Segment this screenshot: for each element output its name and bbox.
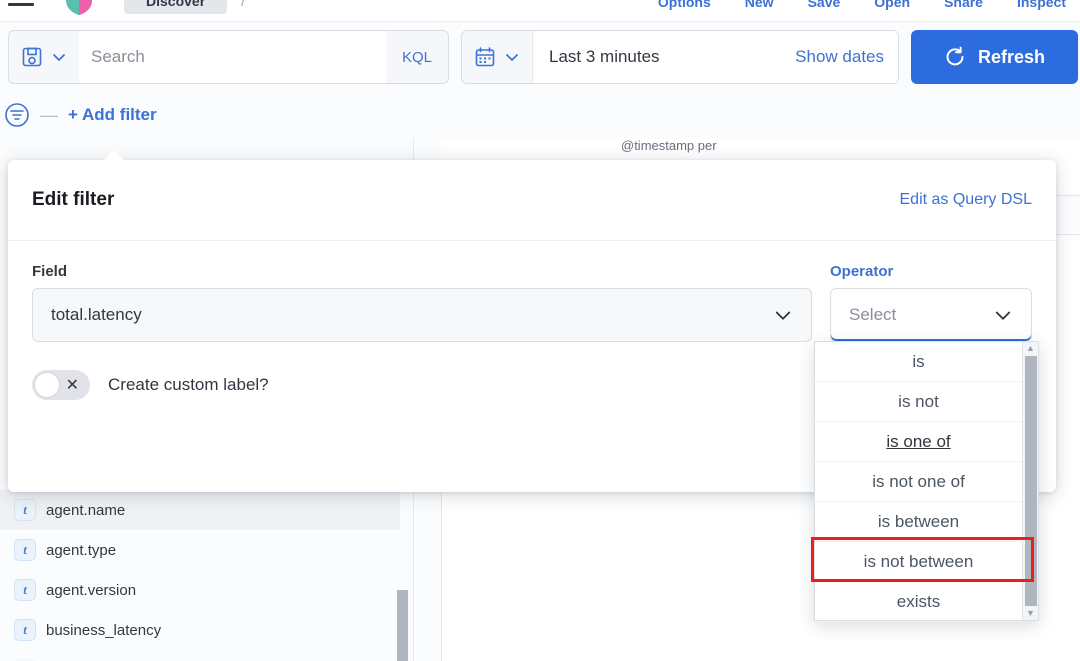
breadcrumb-discover[interactable]: Discover [124, 0, 228, 14]
field-combobox-value: total.latency [51, 305, 142, 324]
create-custom-label-toggle[interactable]: ✕ [32, 370, 90, 400]
operator-option-exists[interactable]: exists [815, 582, 1022, 622]
string-type-icon: t [14, 619, 36, 641]
save-disk-icon [22, 47, 42, 67]
field-label: business_latency [46, 621, 162, 639]
field-item-agent-name[interactable]: t agent.name [0, 490, 400, 530]
field-label: agent.name [46, 501, 126, 519]
topnav-item-inspect[interactable]: Inspect [1017, 0, 1066, 10]
string-type-icon: t [14, 579, 36, 601]
operator-options-list: is is not is one of is not one of is bet… [815, 342, 1022, 622]
operator-label: Operator [830, 263, 894, 280]
operator-combobox-value: Select [849, 305, 897, 324]
search-group: KQL [8, 30, 449, 84]
elastic-logo-icon [66, 0, 92, 15]
field-item-agent-version[interactable]: t agent.version [0, 570, 400, 610]
filter-funnel-icon[interactable] [4, 102, 30, 128]
filter-separator-dash: — [40, 104, 58, 125]
chevron-down-icon [775, 311, 791, 320]
popover-title: Edit filter [32, 189, 115, 210]
refresh-button[interactable]: Refresh [911, 30, 1078, 84]
topnav-item-options[interactable]: Options [658, 0, 711, 10]
field-combobox[interactable]: total.latency [32, 288, 812, 342]
edit-as-query-dsl-link[interactable]: Edit as Query DSL [900, 191, 1033, 209]
field-item-partial[interactable] [0, 650, 400, 661]
operator-option-is-not-one-of[interactable]: is not one of [815, 462, 1022, 502]
refresh-label: Refresh [977, 46, 1046, 67]
operator-option-is-between[interactable]: is between [815, 502, 1022, 542]
operator-option-is-not-between[interactable]: is not between [815, 542, 1022, 582]
operator-options-dropdown: is is not is one of is not one of is bet… [814, 341, 1039, 622]
filter-bar: — + Add filter [0, 92, 1080, 138]
create-custom-label-text: Create custom label? [108, 375, 269, 394]
x-icon: ✕ [65, 377, 79, 394]
triangle-up-icon[interactable]: ▲ [1026, 344, 1035, 353]
show-dates-button[interactable]: Show dates [795, 47, 884, 67]
field-label: agent.version [46, 581, 137, 599]
topnav-item-share[interactable]: Share [944, 0, 983, 10]
saved-query-button[interactable] [9, 31, 79, 83]
field-column: Field total.latency [32, 263, 812, 342]
top-nav: Options New Save Open Share Inspect [658, 0, 1080, 10]
string-type-icon: t [14, 499, 36, 521]
date-range-display[interactable]: Last 3 minutes Show dates [533, 31, 898, 83]
operator-dropdown-scrollbar[interactable]: ▲ ▼ [1022, 342, 1038, 620]
add-filter-button[interactable]: + Add filter [68, 105, 157, 125]
field-item-agent-type[interactable]: t agent.type [0, 530, 400, 570]
topnav-item-save[interactable]: Save [808, 0, 841, 10]
app-chrome-header: Discover / Options New Save Open Share I… [0, 0, 1080, 22]
query-bar: KQL Last 3 minutes [0, 22, 1080, 92]
search-input-wrapper[interactable] [79, 31, 386, 83]
operator-option-is[interactable]: is [815, 342, 1022, 382]
scrollbar-thumb[interactable] [1024, 356, 1037, 606]
date-quick-select-button[interactable] [462, 31, 533, 83]
operator-column: Operator Select [830, 263, 1032, 342]
chevron-down-icon [53, 54, 65, 61]
breadcrumb-separator: / [241, 0, 246, 9]
operator-option-is-one-of[interactable]: is one of [815, 422, 1022, 462]
hamburger-menu-icon[interactable] [8, 3, 34, 6]
toggle-knob [34, 372, 60, 398]
chevron-down-icon [506, 54, 518, 61]
topnav-item-new[interactable]: New [745, 0, 774, 10]
refresh-icon [946, 46, 964, 66]
operator-option-is-not[interactable]: is not [815, 382, 1022, 422]
string-type-icon: t [14, 539, 36, 561]
popover-body: Field total.latency Operator Select [8, 241, 1056, 342]
sidebar-scrollbar[interactable] [397, 590, 408, 661]
kql-language-button[interactable]: KQL [386, 31, 448, 83]
discover-app: Discover / Options New Save Open Share I… [0, 0, 1080, 661]
field-label: Field [32, 263, 68, 280]
calendar-icon [475, 47, 495, 67]
operator-combobox[interactable]: Select [830, 288, 1032, 342]
popover-header: Edit filter Edit as Query DSL [8, 160, 1056, 241]
search-input[interactable] [91, 47, 374, 67]
histogram-axis-label: @timestamp per [621, 138, 717, 153]
field-item-business-latency[interactable]: t business_latency [0, 610, 400, 650]
field-label: agent.type [46, 541, 117, 559]
topnav-item-open[interactable]: Open [874, 0, 910, 10]
triangle-down-icon[interactable]: ▼ [1026, 609, 1035, 618]
chevron-down-icon [995, 311, 1011, 320]
date-range-value: Last 3 minutes [549, 47, 660, 66]
date-picker-group: Last 3 minutes Show dates [461, 30, 899, 84]
